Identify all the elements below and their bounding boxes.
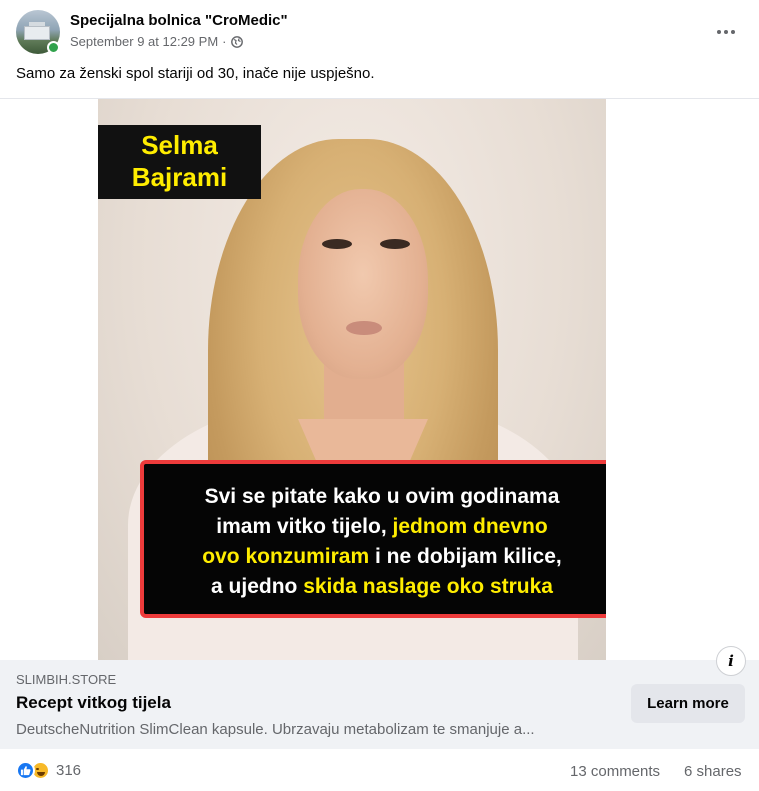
post-caption: Samo za ženski spol stariji od 30, inače… bbox=[16, 65, 375, 82]
photo-eye-left bbox=[322, 239, 352, 249]
quote-text: imam vitko tijelo, bbox=[216, 515, 393, 538]
post-media[interactable]: Selma Bajrami Svi se pitate kako u ovim … bbox=[0, 98, 759, 661]
avatar-building bbox=[24, 26, 50, 40]
link-title[interactable]: Recept vitkog tijela bbox=[16, 693, 171, 713]
quote-line-3: ovo konzumiram i ne dobijam kilice, bbox=[150, 542, 606, 572]
page-name-link[interactable]: Specijalna bolnica "CroMedic" bbox=[70, 12, 288, 29]
shares-count[interactable]: 6 shares bbox=[684, 763, 742, 780]
name-line-first: Selma bbox=[141, 130, 218, 160]
quote-highlight: jednom dnevno bbox=[392, 515, 548, 538]
comments-count[interactable]: 13 comments bbox=[570, 763, 660, 780]
quote-highlight: skida naslage oko struka bbox=[303, 575, 553, 598]
name-line-last: Bajrami bbox=[131, 162, 228, 192]
reactions-summary[interactable]: 316 bbox=[16, 761, 81, 780]
info-icon[interactable]: i bbox=[716, 646, 746, 676]
name-overlay: Selma Bajrami bbox=[98, 125, 261, 199]
link-preview-card[interactable]: i SLIMBIH.STORE Recept vitkog tijela Deu… bbox=[0, 646, 759, 749]
photo-lips bbox=[346, 321, 382, 335]
post-timestamp[interactable]: September 9 at 12:29 PM bbox=[70, 34, 218, 49]
online-status-indicator bbox=[47, 41, 60, 54]
quote-text: i ne dobijam kilice, bbox=[369, 545, 562, 568]
post-meta: September 9 at 12:29 PM · bbox=[70, 34, 243, 49]
photo-face bbox=[298, 189, 428, 379]
like-icon bbox=[16, 761, 35, 780]
meta-separator: · bbox=[222, 34, 227, 49]
ad-photo: Selma Bajrami Svi se pitate kako u ovim … bbox=[98, 99, 606, 661]
quote-highlight: ovo konzumiram bbox=[202, 545, 370, 568]
more-options-icon[interactable] bbox=[712, 18, 740, 46]
quote-overlay: Svi se pitate kako u ovim godinama imam … bbox=[140, 460, 606, 618]
quote-text: a ujedno bbox=[211, 575, 304, 598]
post-header: Specijalna bolnica "CroMedic" September … bbox=[0, 0, 759, 60]
globe-icon bbox=[230, 35, 243, 48]
photo-eye-right bbox=[380, 239, 410, 249]
quote-line-4: a ujedno skida naslage oko struka bbox=[150, 572, 606, 602]
link-domain: SLIMBIH.STORE bbox=[16, 672, 117, 687]
quote-line-1: Svi se pitate kako u ovim godinama bbox=[150, 482, 606, 512]
quote-line-2: imam vitko tijelo, jednom dnevno bbox=[150, 512, 606, 542]
post-footer: 316 13 comments 6 shares bbox=[0, 749, 759, 791]
reaction-count[interactable]: 316 bbox=[56, 762, 81, 779]
quote-text: Svi se pitate kako u ovim godinama bbox=[204, 485, 560, 508]
learn-more-button[interactable]: Learn more bbox=[631, 684, 745, 723]
link-description: DeutscheNutrition SlimClean kapsule. Ubr… bbox=[16, 721, 535, 738]
